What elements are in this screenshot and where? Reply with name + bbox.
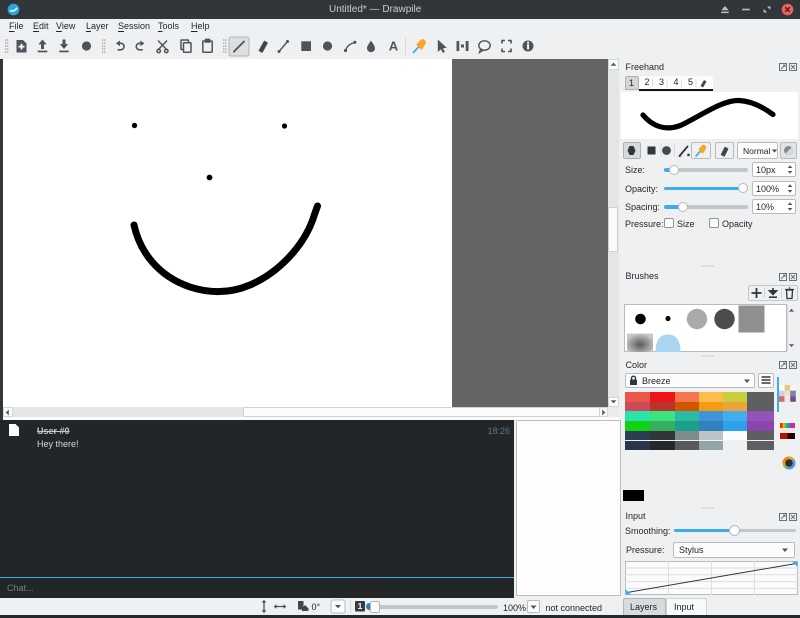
svg-text:0°: 0° [312, 602, 321, 612]
svg-text:1: 1 [358, 601, 363, 611]
svg-text:A: A [389, 39, 399, 54]
